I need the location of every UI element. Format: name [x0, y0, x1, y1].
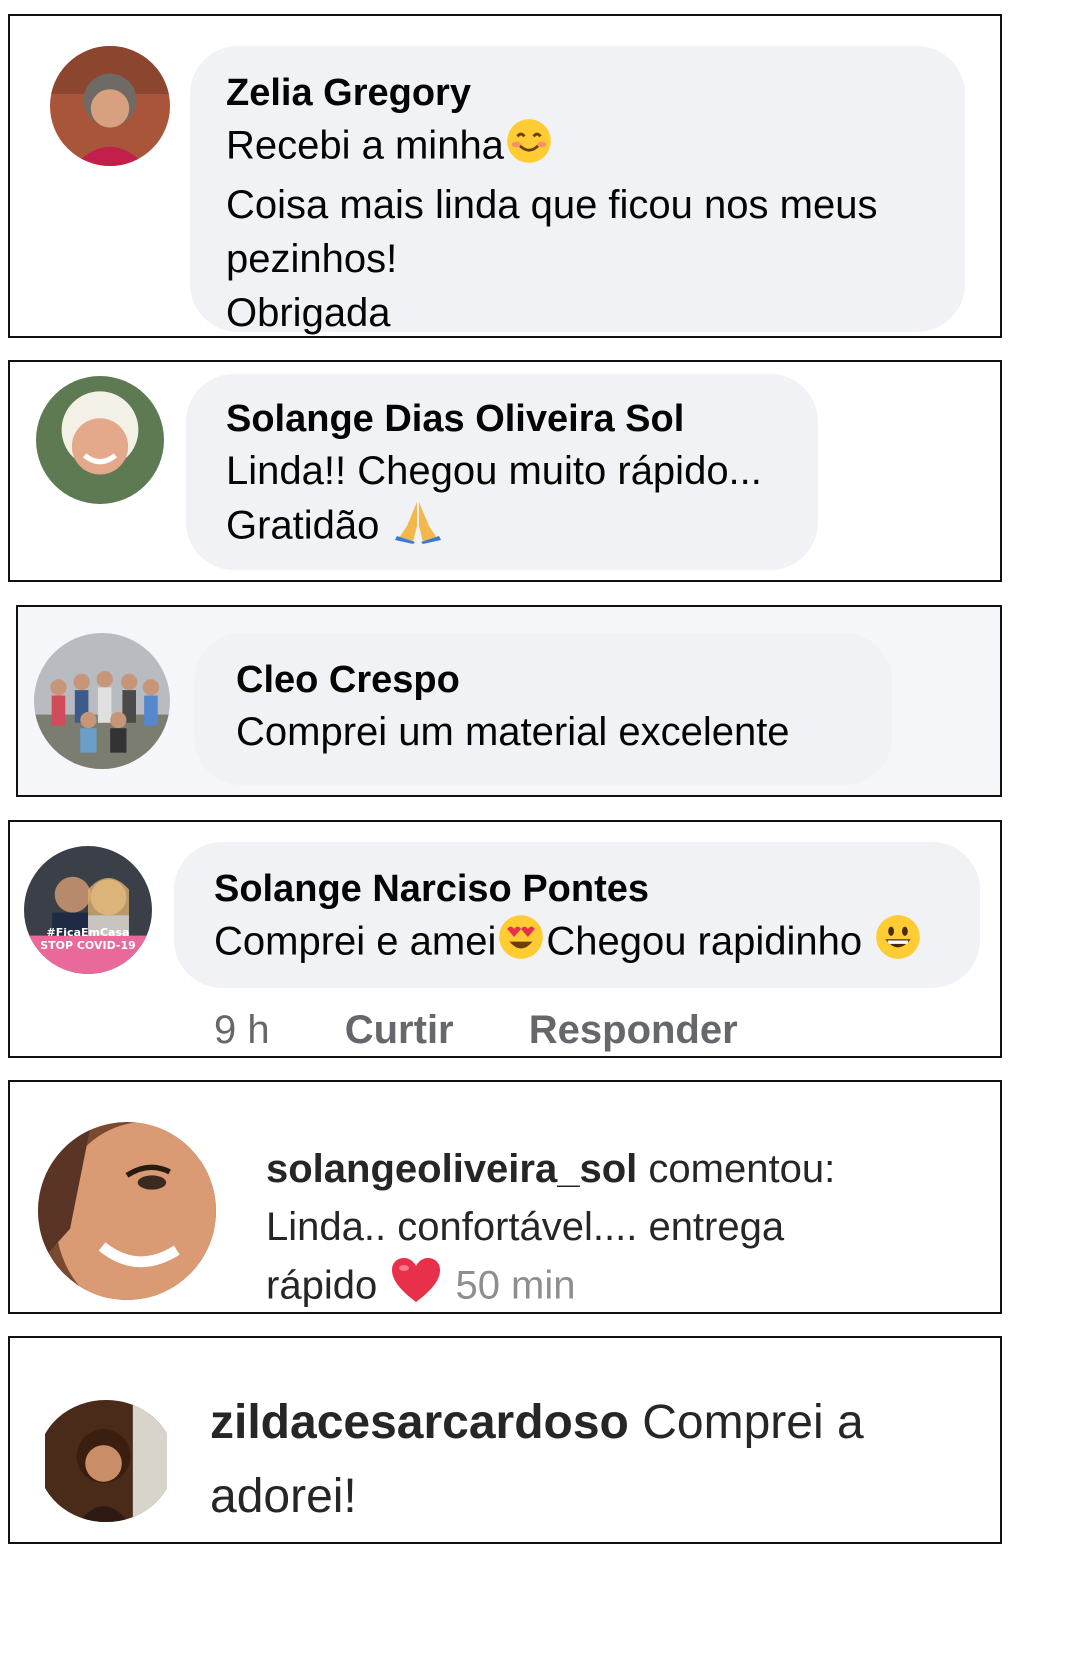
- comment-segment: Comprei e amei: [214, 919, 497, 964]
- comment-line: Coisa mais linda que ficou nos meus: [226, 183, 878, 227]
- grinning-face-icon: [875, 914, 921, 974]
- comment-verb: comentou:: [648, 1147, 836, 1191]
- comment-card-6: zildacesarcardoso Comprei a adorei!: [8, 1336, 1002, 1544]
- comment-text: Comprei um material excelente: [236, 710, 790, 754]
- smiling-face-icon: [506, 118, 552, 178]
- comment-line: Linda.. confortável.... entrega: [266, 1205, 785, 1249]
- praying-hands-icon: [393, 498, 443, 558]
- avatar[interactable]: #FicaEmCasa STOP COVID-19: [24, 846, 152, 974]
- comment-line: Gratidão: [226, 503, 380, 548]
- commenter-username[interactable]: solangeoliveira_sol: [266, 1147, 637, 1191]
- commenter-username[interactable]: zildacesarcardoso: [210, 1396, 629, 1449]
- avatar[interactable]: [38, 1122, 216, 1300]
- avatar-badge-line: STOP COVID-19: [40, 939, 136, 952]
- reply-button[interactable]: Responder: [529, 1008, 738, 1052]
- timestamp: 9 h: [214, 1008, 270, 1052]
- comment-card-2: Solange Dias Oliveira Sol Linda!! Chegou…: [8, 360, 1002, 582]
- avatar[interactable]: [50, 46, 170, 166]
- comment-line: Obrigada: [226, 291, 391, 335]
- comment-bubble: Zelia Gregory Recebi a minha Coisa mais …: [190, 46, 965, 335]
- comment-bubble: Cleo Crespo Comprei um material excelent…: [194, 633, 892, 785]
- comment-segment: Chegou rapidinho: [546, 919, 863, 964]
- comment-card-5: solangeoliveira_sol comentou: Linda.. co…: [8, 1080, 1002, 1314]
- timestamp: 50 min: [455, 1263, 576, 1308]
- comment-line: adorei!: [210, 1470, 357, 1523]
- comment-card-3: Cleo Crespo Comprei um material excelent…: [16, 605, 1002, 797]
- commenter-name[interactable]: Zelia Gregory: [226, 68, 929, 118]
- commenter-name[interactable]: Solange Dias Oliveira Sol: [226, 394, 778, 444]
- comment-segment: Comprei a: [642, 1396, 864, 1449]
- comment-text: Recebi a minha Coisa mais linda que fico…: [226, 118, 929, 340]
- avatar-badge-line: #FicaEmCasa: [46, 926, 130, 939]
- comment-text: Comprei e amei Chegou rapidinho: [214, 914, 940, 974]
- avatar[interactable]: [34, 633, 170, 769]
- heart-eyes-icon: [498, 914, 544, 974]
- red-heart-icon: [390, 1256, 442, 1320]
- avatar-badge: #FicaEmCasa STOP COVID-19: [24, 926, 152, 952]
- commenter-name[interactable]: Cleo Crespo: [236, 655, 850, 705]
- comment-card-1: Zelia Gregory Recebi a minha Coisa mais …: [8, 14, 1002, 338]
- like-button[interactable]: Curtir: [345, 1008, 454, 1052]
- commenter-name[interactable]: Solange Narciso Pontes: [214, 864, 940, 914]
- comment-card-4: #FicaEmCasa STOP COVID-19 Solange Narcis…: [8, 820, 1002, 1058]
- comment-line: Linda!! Chegou muito rápido...: [226, 449, 762, 493]
- comment-text: Linda!! Chegou muito rápido... Gratidão: [226, 444, 778, 558]
- comment-text: zildacesarcardoso Comprei a adorei!: [210, 1386, 864, 1534]
- comment-actions: 9 h Curtir Responder: [214, 1008, 738, 1053]
- comment-line: pezinhos!: [226, 237, 398, 281]
- comment-text: solangeoliveira_sol comentou: Linda.. co…: [266, 1140, 835, 1320]
- comment-line: Recebi a minha: [226, 123, 504, 168]
- comment-line: rápido: [266, 1263, 378, 1308]
- comment-bubble: Solange Narciso Pontes Comprei e amei Ch…: [174, 842, 980, 988]
- avatar[interactable]: [38, 1400, 174, 1522]
- avatar[interactable]: [36, 376, 164, 504]
- comment-bubble: Solange Dias Oliveira Sol Linda!! Chegou…: [186, 374, 818, 570]
